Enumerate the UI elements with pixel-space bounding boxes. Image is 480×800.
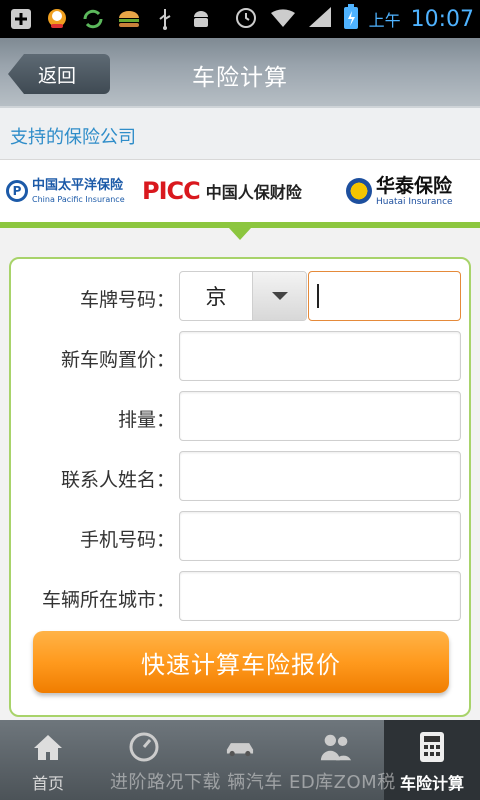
- app-header: 返回 车险计算: [0, 38, 480, 108]
- signal-icon: [307, 5, 333, 33]
- status-icons: 上午 10:07: [233, 4, 474, 34]
- plate-row: 车牌号码： 京: [11, 271, 471, 323]
- cpic-mark-icon: P: [6, 180, 28, 202]
- displacement-label: 排量：: [117, 409, 175, 431]
- nav-label-home: 首页: [31, 774, 64, 793]
- calculator-icon: [415, 730, 449, 764]
- picc-logo: PICC 中国人保财险: [142, 160, 346, 222]
- page-title: 车险计算: [192, 65, 288, 91]
- plate-number-input[interactable]: [308, 271, 461, 321]
- speedometer-icon: [127, 730, 161, 764]
- status-ampm: 上午: [368, 11, 401, 30]
- home-icon: [31, 730, 65, 764]
- plate-label: 车牌号码：: [79, 289, 175, 311]
- divider-notch: [229, 228, 251, 240]
- displacement-input[interactable]: [179, 391, 461, 441]
- status-bar: 上午 10:07: [0, 0, 480, 38]
- battery-charging-icon: [343, 4, 359, 34]
- dropdown-arrow[interactable]: [252, 272, 306, 320]
- huatai-logo: 华泰保险 Huatai Insurance: [346, 160, 476, 222]
- burger-icon: [116, 6, 142, 32]
- people-icon: [319, 730, 353, 764]
- nav-item-insurance-calc[interactable]: 车险计算: [384, 720, 480, 800]
- cpic-logo: P 中国太平洋保险 China Pacific Insurance: [0, 160, 142, 222]
- status-time: 10:07: [410, 6, 474, 32]
- text-cursor: [317, 284, 319, 308]
- picc-name-cn: 中国人保财险: [205, 183, 302, 202]
- notification-icons: [8, 6, 214, 32]
- nav-item-home[interactable]: 首页: [0, 720, 96, 800]
- plate-prefix-value: 京: [205, 285, 227, 309]
- usb-icon: [152, 6, 178, 32]
- cpic-name-cn: 中国太平洋保险: [32, 177, 124, 193]
- calculate-quote-button[interactable]: 快速计算车险报价: [33, 631, 449, 693]
- phone-label: 手机号码：: [79, 529, 175, 551]
- cpic-name-en: China Pacific Insurance: [32, 194, 125, 204]
- price-label: 新车购置价：: [60, 349, 175, 371]
- contact-label: 联系人姓名：: [60, 469, 175, 491]
- price-row: 新车购置价：: [11, 331, 471, 383]
- insurer-logos: P 中国太平洋保险 China Pacific Insurance PICC 中…: [0, 160, 480, 222]
- chevron-down-icon: [271, 292, 288, 300]
- city-input[interactable]: [179, 571, 461, 621]
- insurers-section-header: 支持的保险公司: [0, 108, 480, 160]
- huatai-name-en: Huatai Insurance: [376, 196, 453, 207]
- chat-bubble-icon: [44, 6, 70, 32]
- huatai-name-cn: 华泰保险: [376, 174, 453, 197]
- quote-form: 车牌号码： 京 新车购置价： 排量： 联系人姓名： 手机号码： 车辆所在城市： …: [9, 257, 471, 717]
- sync-icon: [80, 6, 106, 32]
- insurers-section-title: 支持的保险公司: [10, 127, 136, 148]
- displacement-row: 排量：: [11, 391, 471, 443]
- wifi-icon: [269, 5, 297, 33]
- watermark-text: 进阶路况下载 辆汽车 ED库ZOM税: [110, 772, 396, 793]
- add-box-icon: [8, 6, 34, 32]
- contact-row: 联系人姓名：: [11, 451, 471, 503]
- phone-input[interactable]: [179, 511, 461, 561]
- plate-prefix-select[interactable]: 京: [179, 271, 307, 321]
- price-input[interactable]: [179, 331, 461, 381]
- picc-name-en: PICC: [142, 177, 201, 205]
- alarm-icon: [233, 4, 259, 34]
- car-icon: [223, 730, 257, 764]
- huatai-mark-icon: [346, 178, 372, 204]
- android-icon: [188, 6, 214, 32]
- phone-row: 手机号码：: [11, 511, 471, 563]
- city-row: 车辆所在城市：: [11, 571, 471, 623]
- nav-label-insurance-calc: 车险计算: [399, 774, 464, 793]
- city-label: 车辆所在城市：: [41, 589, 175, 611]
- contact-name-input[interactable]: [179, 451, 461, 501]
